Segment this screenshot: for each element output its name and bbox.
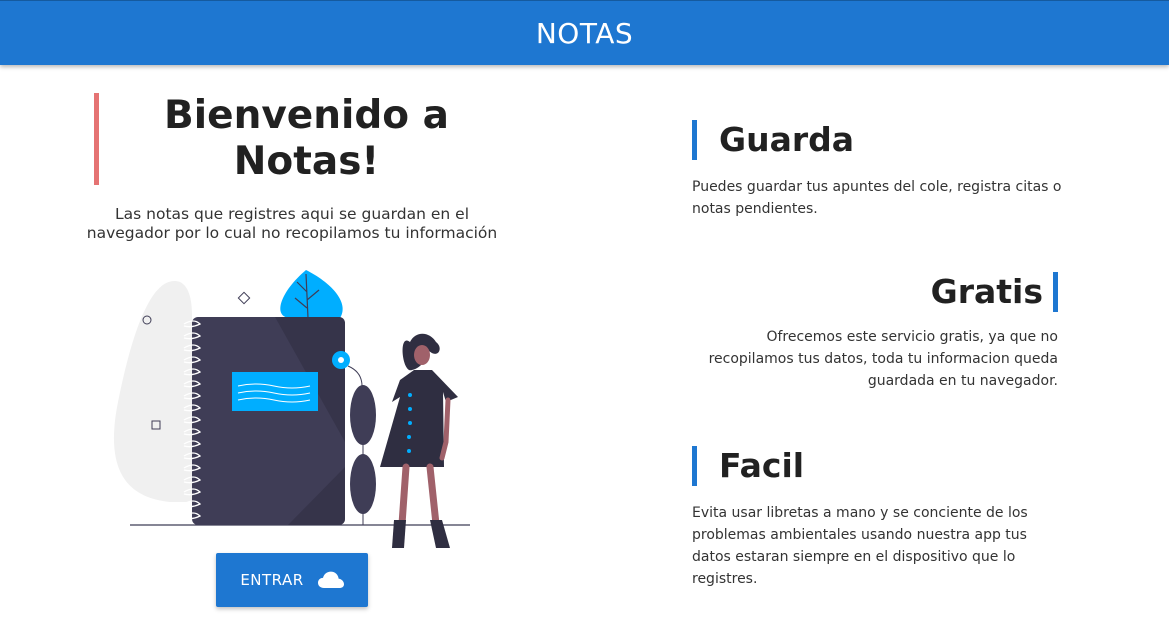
feature-guarda: Guarda Puedes guardar tus apuntes del co… [692, 120, 1062, 220]
welcome-description: Las notas que registres aqui se guardan … [86, 205, 498, 242]
welcome-title: Bienvenido a Notas! [164, 93, 449, 184]
app-bar: NOTAS [0, 0, 1169, 65]
feature-heading: Guarda [692, 120, 1062, 160]
cloud-icon [317, 571, 344, 588]
feature-heading: Facil [692, 446, 1062, 486]
feature-text: Ofrecemos este servicio gratis, ya que n… [708, 329, 1058, 389]
feature-gratis: Gratis Ofrecemos este servicio gratis, y… [688, 272, 1058, 392]
app-title: NOTAS [535, 16, 634, 50]
enter-button-label: ENTRAR [240, 571, 304, 589]
feature-text: Puedes guardar tus apuntes del cole, reg… [692, 179, 1062, 217]
welcome-title-block: Bienvenido a Notas! [94, 93, 514, 185]
feature-text: Evita usar libretas a mano y se concient… [692, 505, 1028, 587]
notebook-illustration [113, 270, 470, 548]
feature-heading: Gratis [688, 272, 1058, 312]
enter-button[interactable]: ENTRAR [216, 553, 368, 607]
feature-facil: Facil Evita usar libretas a mano y se co… [692, 446, 1062, 590]
